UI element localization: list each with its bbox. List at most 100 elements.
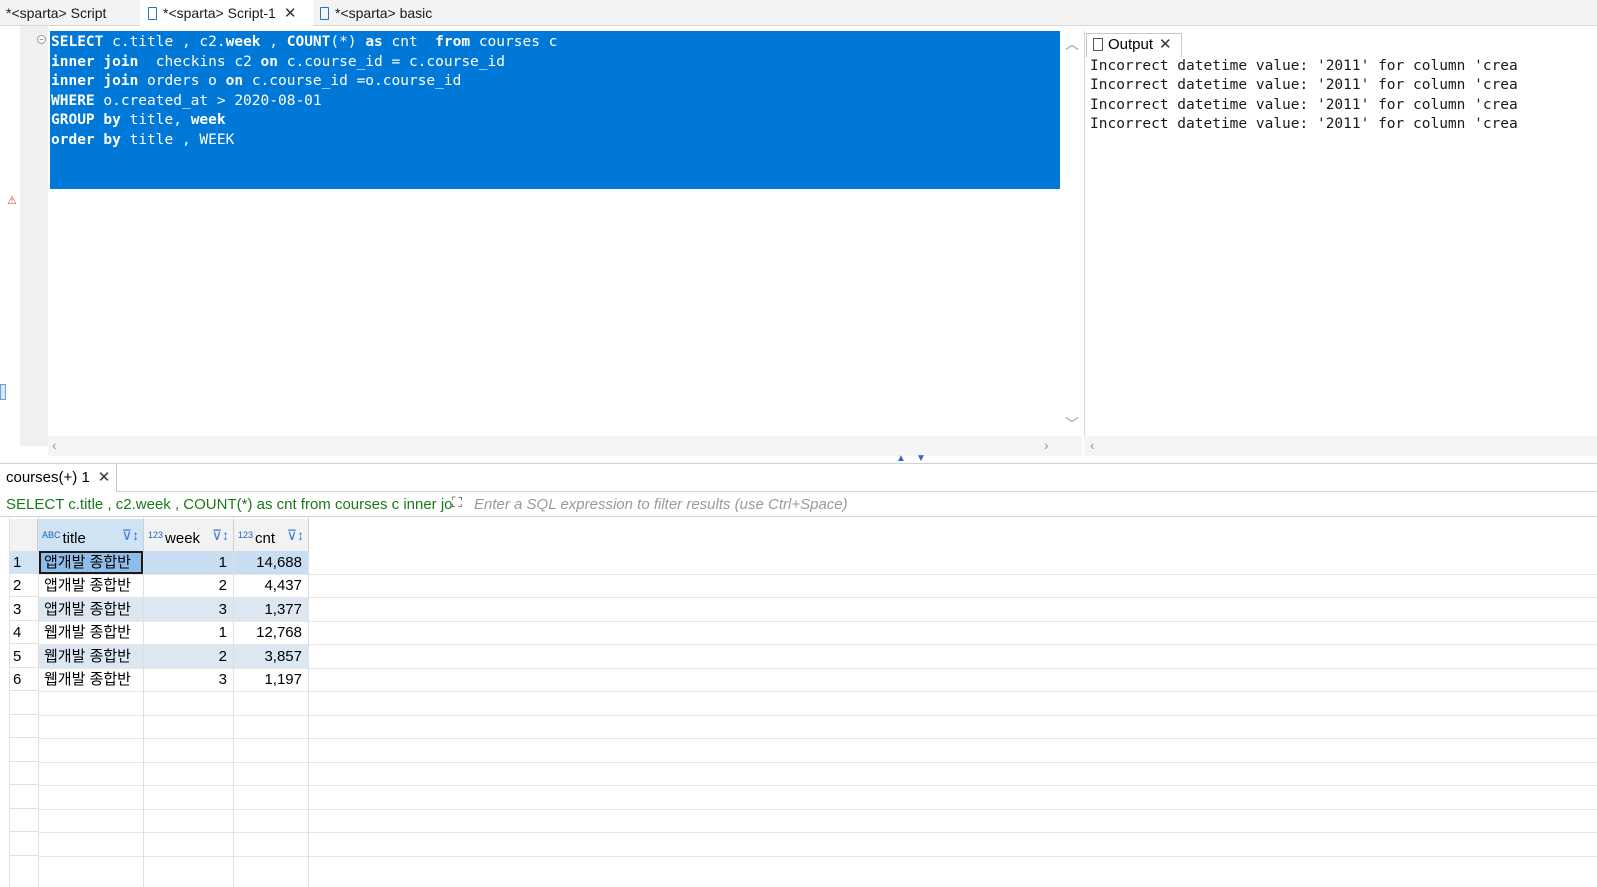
- grid-line: [38, 738, 1597, 739]
- cell-cnt[interactable]: 4,437: [234, 574, 308, 597]
- column-header-title[interactable]: ABC title ⊽↕: [38, 519, 144, 551]
- close-icon[interactable]: ✕: [98, 464, 111, 492]
- number-type-icon: 123: [148, 530, 164, 540]
- fold-toggle-icon[interactable]: −: [37, 35, 46, 44]
- sort-filter-icon[interactable]: ⊽↕: [122, 519, 139, 551]
- row-number-empty: [10, 692, 38, 715]
- grid-line: [38, 809, 1597, 810]
- tab-script-label: *<sparta> Script: [6, 5, 107, 21]
- editor-left-rail: ⚠: [0, 26, 20, 446]
- sql-line-6: order by title , WEEK: [51, 132, 235, 148]
- close-icon[interactable]: ✕: [1159, 34, 1172, 56]
- close-icon[interactable]: ✕: [284, 1, 297, 27]
- column-week-label: week: [165, 530, 201, 547]
- row-number-empty: [10, 833, 38, 856]
- grid-line: [38, 832, 1597, 833]
- output-tab-label: Output: [1108, 36, 1154, 53]
- editor-horizontal-scrollbar[interactable]: ‹ ›: [48, 436, 1082, 456]
- filter-input[interactable]: Enter a SQL expression to filter results…: [474, 496, 848, 513]
- cell-cnt[interactable]: 12,768: [234, 621, 308, 644]
- row-number-empty: [10, 715, 38, 738]
- column-header-cnt[interactable]: 123 cnt ⊽↕: [234, 519, 309, 551]
- sql-line-4: WHERE o.created_at > 2020-08-01: [51, 93, 322, 109]
- expand-up-icon[interactable]: ▲: [896, 453, 906, 464]
- cell-cnt[interactable]: 3,857: [234, 645, 308, 668]
- query-preview: SELECT c.title , c2.week , COUNT(*) as c…: [6, 496, 453, 513]
- script-file-icon: [320, 7, 329, 20]
- output-line-1: Incorrect datetime value: '2011' for col…: [1090, 58, 1518, 74]
- cell-cnt[interactable]: 14,688: [234, 551, 308, 574]
- grid-line: [38, 856, 1597, 857]
- sql-line-1: SELECT c.title , c2.week , COUNT(*) as c…: [51, 34, 558, 50]
- row-number-empty: [10, 762, 38, 785]
- output-tab[interactable]: Output ✕: [1086, 33, 1182, 57]
- scroll-right-icon[interactable]: ›: [1044, 437, 1049, 453]
- cell-cnt[interactable]: 1,377: [234, 598, 308, 621]
- row-number[interactable]: 5: [10, 645, 38, 668]
- grid-line: [308, 517, 309, 887]
- output-line-2: Incorrect datetime value: '2011' for col…: [1090, 77, 1518, 93]
- cell-week[interactable]: 3: [144, 668, 233, 691]
- tab-script[interactable]: *<sparta> Script: [6, 0, 106, 26]
- scroll-up-icon[interactable]: ︿: [1065, 34, 1079, 54]
- cell-week[interactable]: 1: [144, 551, 233, 574]
- tab-basic[interactable]: *<sparta> basic: [320, 0, 432, 26]
- output-horizontal-scrollbar[interactable]: ‹: [1084, 436, 1597, 456]
- tab-basic-label: *<sparta> basic: [335, 5, 433, 21]
- output-line-3: Incorrect datetime value: '2011' for col…: [1090, 97, 1518, 113]
- cell-cnt[interactable]: 1,197: [234, 668, 308, 691]
- cell-title[interactable]: 웹개발 종합반: [39, 645, 143, 668]
- row-number[interactable]: 4: [10, 621, 38, 644]
- row-number-empty: [10, 809, 38, 832]
- expand-filter-icon[interactable]: ⛶: [452, 494, 462, 511]
- cell-week[interactable]: 3: [144, 598, 233, 621]
- error-marker-icon: ⚠: [7, 195, 17, 207]
- scroll-down-icon[interactable]: ﹀: [1065, 414, 1079, 434]
- row-number[interactable]: 3: [10, 598, 38, 621]
- grid-side-toolbar: [0, 517, 10, 887]
- cell-week[interactable]: 2: [144, 574, 233, 597]
- results-tab[interactable]: courses(+) 1 ✕: [0, 464, 118, 492]
- column-header-week[interactable]: 123 week ⊽↕: [144, 519, 234, 551]
- document-icon: [1093, 38, 1103, 51]
- tab-script-1-label: *<sparta> Script-1: [163, 5, 276, 21]
- row-number[interactable]: 2: [10, 574, 38, 597]
- tab-script-1[interactable]: *<sparta> Script-1 ✕: [140, 0, 313, 26]
- sql-line-3: inner join orders o on c.course_id =o.co…: [51, 73, 462, 89]
- row-number[interactable]: 1: [10, 551, 38, 574]
- overview-marker: [0, 384, 6, 400]
- panel-splitter[interactable]: ▲ ▼: [0, 453, 1597, 464]
- text-type-icon: ABC: [42, 530, 61, 540]
- row-number-empty: [10, 739, 38, 762]
- row-number-header[interactable]: [10, 519, 38, 551]
- editor-vertical-scrollbar[interactable]: ︿ ﹀: [1060, 26, 1082, 436]
- column-title-label: title: [62, 530, 86, 547]
- results-tab-bar: [0, 464, 1597, 492]
- sort-filter-icon[interactable]: ⊽↕: [287, 519, 304, 551]
- row-number[interactable]: 6: [10, 668, 38, 691]
- cell-title[interactable]: 앱개발 종합반: [39, 551, 143, 574]
- cell-week[interactable]: 2: [144, 645, 233, 668]
- grid-line: [38, 691, 1597, 692]
- grid-line: [38, 762, 1597, 763]
- cell-title[interactable]: 웹개발 종합반: [39, 621, 143, 644]
- number-type-icon: 123: [238, 530, 254, 540]
- editor-line-gutter: [20, 26, 48, 446]
- collapse-down-icon[interactable]: ▼: [916, 453, 926, 464]
- scroll-left-icon[interactable]: ‹: [1090, 437, 1095, 453]
- cell-title[interactable]: 앱개발 종합반: [39, 598, 143, 621]
- column-cnt-label: cnt: [255, 530, 276, 547]
- cell-week[interactable]: 1: [144, 621, 233, 644]
- sort-filter-icon[interactable]: ⊽↕: [212, 519, 229, 551]
- cell-title[interactable]: 웹개발 종합반: [39, 668, 143, 691]
- scroll-left-icon[interactable]: ‹: [52, 437, 57, 453]
- editor-tab-bar: *<sparta> Script *<sparta> Script-1 ✕ *<s…: [0, 0, 1597, 26]
- grid-line: [38, 715, 1597, 716]
- output-line-4: Incorrect datetime value: '2011' for col…: [1090, 116, 1518, 132]
- sql-line-2: inner join checkins c2 on c.course_id = …: [51, 54, 505, 70]
- cell-title[interactable]: 앱개발 종합반: [39, 574, 143, 597]
- row-number-empty: [10, 786, 38, 809]
- script-file-icon: [148, 7, 157, 20]
- sql-line-5: GROUP by title, week: [51, 112, 226, 128]
- results-tab-label: courses(+) 1: [6, 469, 90, 486]
